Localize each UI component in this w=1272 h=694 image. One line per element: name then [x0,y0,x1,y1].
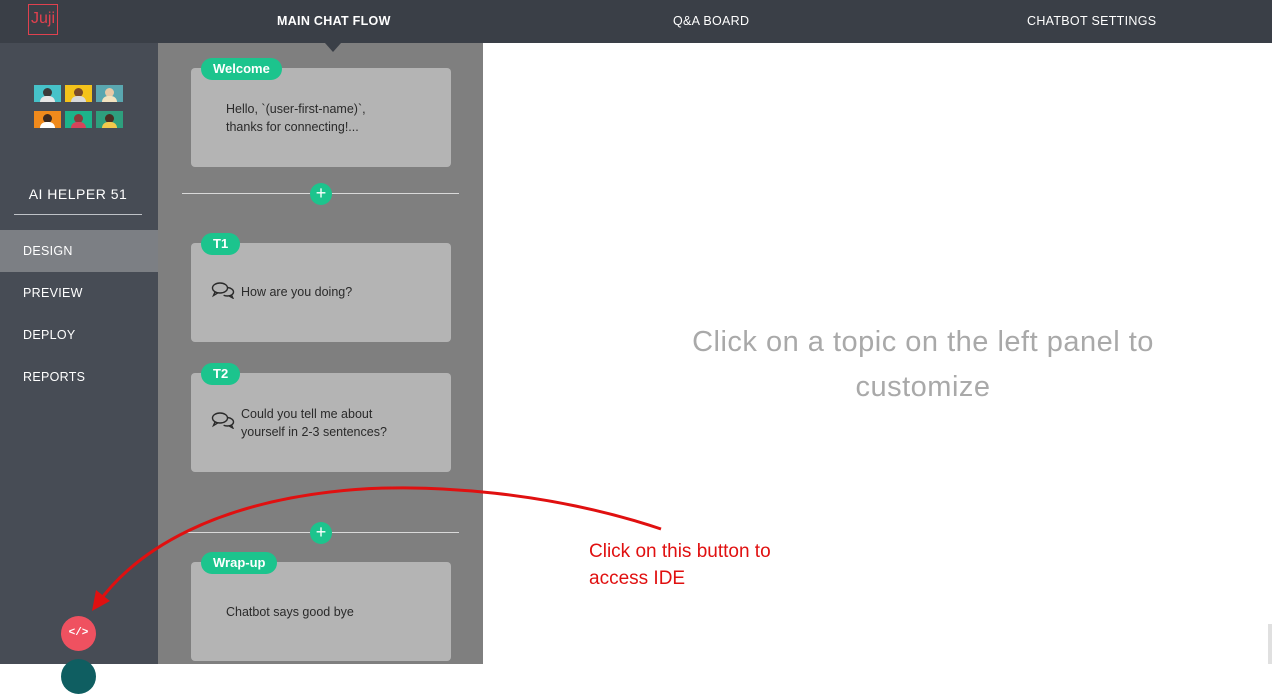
topic-tag-wrap-up[interactable]: Wrap-up [201,552,278,574]
topic-tag-welcome[interactable]: Welcome [201,58,282,80]
sidebar-item-deploy[interactable]: DEPLOY [0,314,158,356]
ide-button[interactable]: </> [61,616,96,651]
annotation-text: Click on this button to access IDE [589,541,771,589]
topic-card-t1[interactable]: How are you doing? [191,243,451,342]
help-button[interactable] [61,659,96,694]
avatar-icon [34,111,61,128]
sidebar-item-reports[interactable]: REPORTS [0,356,158,398]
sidebar-item-design[interactable]: DESIGN [0,230,158,272]
scrollbar-edge [1268,624,1272,664]
chatbot-avatar-grid [34,85,124,129]
avatar-icon [96,85,123,102]
top-navigation-bar: Juji MAIN CHAT FLOW Q&A BOARD CHATBOT SE… [0,0,1272,43]
juji-logo[interactable]: Juji [28,4,58,35]
tab-chatbot-settings[interactable]: CHATBOT SETTINGS [1027,0,1156,43]
topic-tag-t1[interactable]: T1 [201,233,241,255]
chat-bubbles-icon [211,412,235,429]
add-topic-button[interactable]: + [310,522,332,544]
add-topic-button[interactable]: + [310,183,332,205]
chat-bubbles-icon [211,282,235,299]
chatbot-name[interactable]: AI HELPER 51 [14,186,142,215]
avatar-icon [65,85,92,102]
topic-card-text: Chatbot says good bye [226,605,354,619]
chat-flow-panel: Welcome Hello, `(user-first-name)`, than… [158,43,483,664]
sidebar-item-preview[interactable]: PREVIEW [0,272,158,314]
tab-main-chat-flow[interactable]: MAIN CHAT FLOW [277,0,391,43]
topic-card-t2[interactable]: Could you tell me about yourself in 2-3 … [191,373,451,472]
active-tab-indicator [325,43,341,52]
topic-card-text: Hello, `(user-first-name)`, thanks for c… [226,102,366,134]
empty-state-message: Click on a topic on the left panel to cu… [692,326,1154,403]
topic-card-wrap-up[interactable]: Chatbot says good bye [191,562,451,661]
tab-qa-board[interactable]: Q&A BOARD [673,0,749,43]
avatar-icon [65,111,92,128]
topic-card-welcome[interactable]: Hello, `(user-first-name)`, thanks for c… [191,68,451,167]
sidebar: AI HELPER 51 DESIGN PREVIEW DEPLOY REPOR… [0,43,158,694]
topic-tag-t2[interactable]: T2 [201,363,241,385]
avatar-icon [96,111,123,128]
topic-card-text: Could you tell me about yourself in 2-3 … [241,407,387,439]
avatar-icon [34,85,61,102]
topic-card-text: How are you doing? [241,285,353,299]
